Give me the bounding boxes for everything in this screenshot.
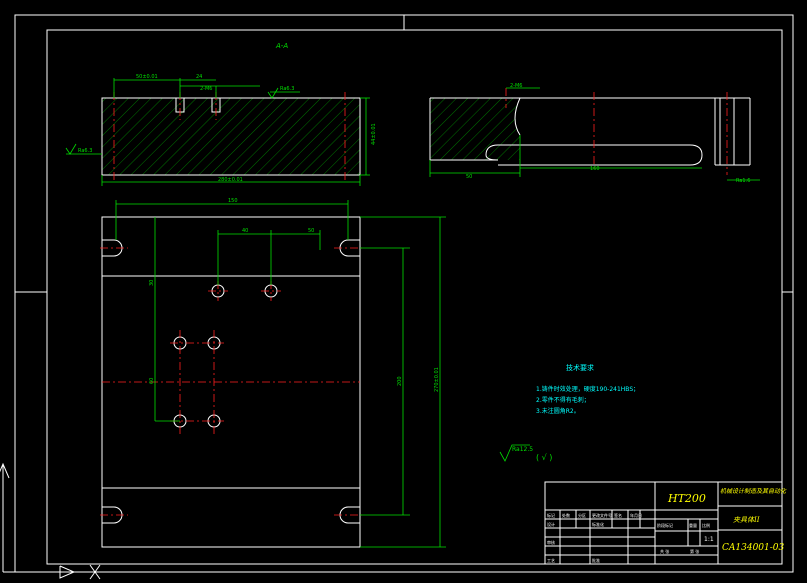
svg-text:审核: 审核 [547, 539, 555, 545]
svg-text:标记: 标记 [547, 512, 555, 518]
svg-text:更改文件号: 更改文件号 [592, 512, 612, 518]
svg-text:Ra6.3: Ra6.3 [78, 148, 92, 154]
svg-text:60: 60 [149, 378, 155, 384]
svg-text:比例: 比例 [702, 522, 710, 528]
section-label: A-A [275, 42, 288, 50]
svg-text:50: 50 [308, 228, 314, 234]
svg-text:阶段标记: 阶段标记 [657, 522, 673, 528]
svg-text:签名: 签名 [614, 512, 622, 518]
svg-text:( √ ): ( √ ) [536, 453, 552, 462]
svg-text:第 张: 第 张 [690, 548, 699, 554]
svg-text:50±0.01: 50±0.01 [136, 74, 158, 80]
svg-text:处数: 处数 [562, 512, 570, 518]
svg-text:重量: 重量 [689, 522, 697, 528]
svg-text:150: 150 [228, 198, 238, 204]
scale: 1:1 [704, 536, 714, 543]
notes-title: 技术要求 [566, 363, 594, 372]
svg-text:2-M6: 2-M6 [200, 86, 212, 92]
svg-text:批准: 批准 [592, 557, 600, 563]
plan-view: 150 40 50 30 60 200 270±0.01 [100, 198, 446, 548]
notes-item-1: 1.铸件时效处理，硬度190-241HBS； [536, 385, 639, 393]
svg-text:160: 160 [590, 166, 600, 172]
svg-text:2-M6: 2-M6 [510, 83, 522, 89]
notes-item-2: 2.零件不得有毛刺； [536, 396, 590, 404]
svg-text:年月日: 年月日 [630, 512, 642, 518]
technical-notes: 技术要求 1.铸件时效处理，硬度190-241HBS； 2.零件不得有毛刺； 3… [536, 363, 639, 415]
svg-text:共 张: 共 张 [660, 548, 669, 554]
svg-text:Ra6.3: Ra6.3 [280, 86, 294, 92]
svg-text:40: 40 [242, 228, 248, 234]
roughness-symbol: Ra12.5 ( √ ) [499, 444, 552, 462]
side-section-view: 2-M6 50 160 Ra1.6 [429, 83, 760, 184]
notes-item-3: 3.未注圆角R2。 [536, 407, 580, 415]
drawing-number: CA134001-03 [722, 543, 785, 553]
svg-text:Ra1.6: Ra1.6 [736, 178, 750, 184]
svg-text:Ra12.5: Ra12.5 [512, 446, 533, 453]
svg-text:280±0.01: 280±0.01 [218, 177, 243, 183]
svg-text:标准化: 标准化 [592, 521, 604, 527]
cad-drawing: A-A 50±0.01 24 2-M6 Ra6.3 Ra6.3 280±0.01… [0, 14, 794, 580]
svg-text:工艺: 工艺 [547, 558, 555, 563]
svg-text:24: 24 [196, 74, 202, 80]
material: HT200 [667, 492, 706, 505]
project-name: 机械设计制造及其自动化 [720, 487, 787, 495]
svg-text:分区: 分区 [578, 512, 586, 518]
svg-text:设计: 设计 [547, 521, 555, 527]
front-section-view: 50±0.01 24 2-M6 Ra6.3 Ra6.3 280±0.01 44±… [65, 74, 377, 186]
svg-text:30: 30 [149, 280, 155, 286]
svg-text:50: 50 [466, 174, 472, 180]
svg-text:270±0.01: 270±0.01 [434, 367, 440, 392]
svg-text:200: 200 [397, 376, 403, 386]
drawing-name: 夹具体II [733, 516, 760, 524]
title-block: HT200 机械设计制造及其自动化 夹具体II CA134001-03 1:1 … [544, 481, 787, 565]
svg-text:44±0.01: 44±0.01 [371, 123, 377, 145]
